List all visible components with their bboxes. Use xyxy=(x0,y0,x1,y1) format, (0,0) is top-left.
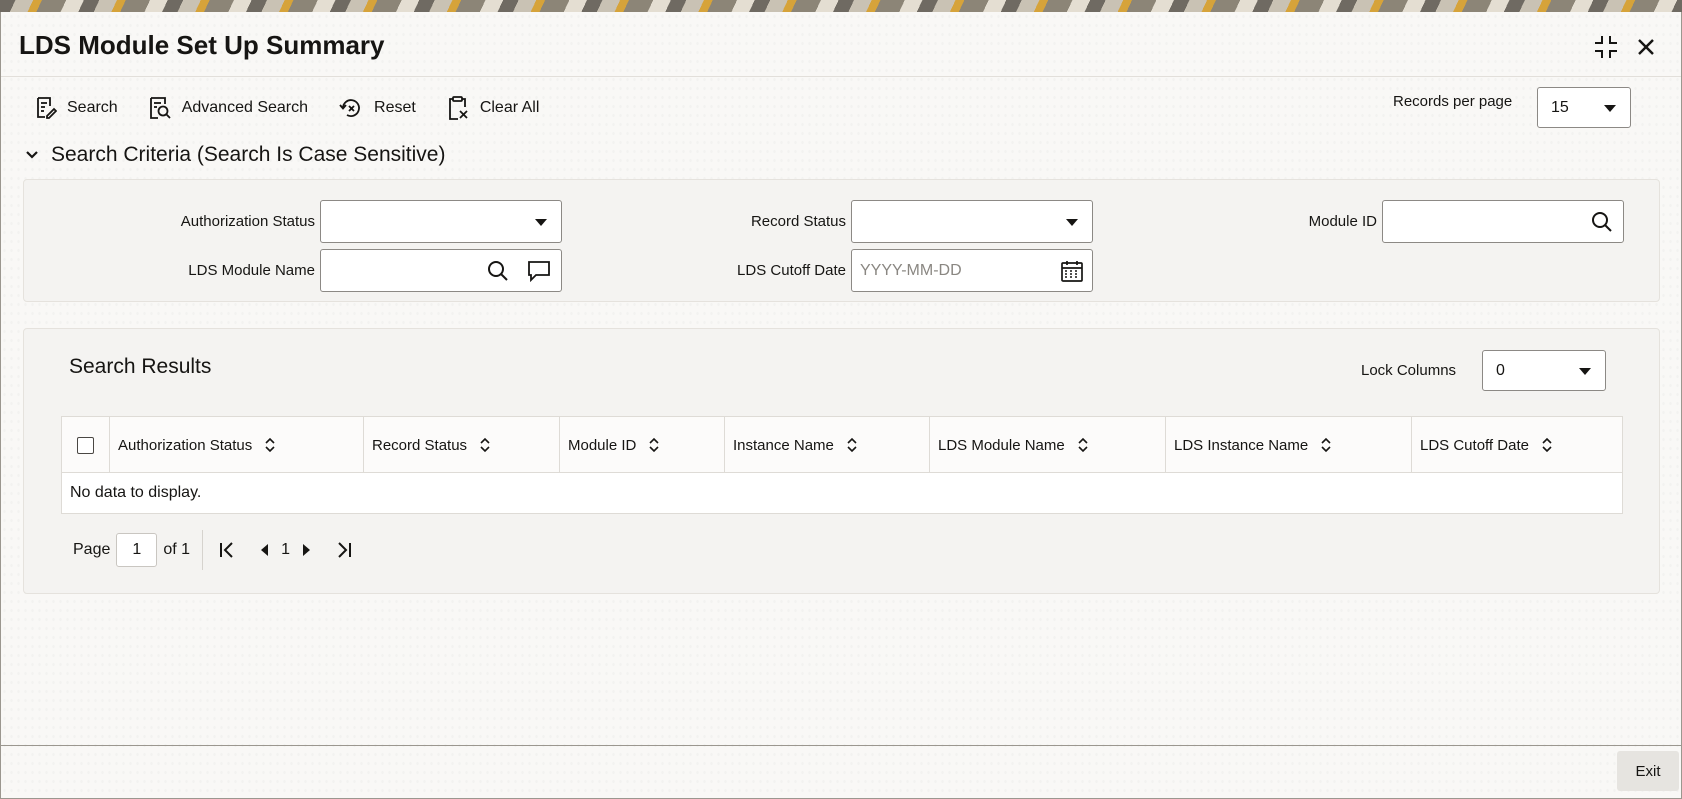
comment-icon[interactable] xyxy=(527,260,551,282)
records-per-page-select[interactable]: 15 xyxy=(1537,87,1631,128)
reset-label: Reset xyxy=(374,99,416,116)
advanced-search-label: Advanced Search xyxy=(181,99,309,116)
minimize-icon[interactable] xyxy=(1591,32,1621,62)
page-number-value: 1 xyxy=(132,541,142,558)
clear-all-button[interactable]: Clear All xyxy=(446,95,540,121)
reset-icon xyxy=(339,99,360,117)
authorization-status-label: Authorization Status xyxy=(180,213,315,230)
lds-cutoff-date-placeholder: YYYY-MM-DD xyxy=(860,261,962,279)
advanced-search-button[interactable]: Advanced Search xyxy=(148,96,308,120)
page-label: Page xyxy=(73,541,111,558)
close-icon[interactable] xyxy=(1631,32,1661,62)
chevron-down-icon xyxy=(1604,104,1616,112)
lds-module-name-input[interactable] xyxy=(320,249,562,292)
lock-columns-label: Lock Columns xyxy=(1361,362,1457,379)
empty-table-row: No data to display. xyxy=(62,473,1622,513)
header-banner xyxy=(0,0,1682,12)
title-divider xyxy=(1,76,1681,77)
current-page-number: 1 xyxy=(281,541,290,558)
chevron-down-icon xyxy=(1066,218,1078,226)
search-icon[interactable] xyxy=(1591,211,1613,233)
search-criteria-toggle[interactable]: Search Criteria (Search Is Case Sensitiv… xyxy=(25,143,445,167)
authorization-status-select[interactable] xyxy=(320,200,562,243)
select-all-cell xyxy=(62,417,110,473)
column-label: LDS Instance Name xyxy=(1174,436,1309,454)
page-title: LDS Module Set Up Summary xyxy=(19,30,385,60)
first-page-icon[interactable] xyxy=(213,536,241,564)
exit-button[interactable]: Exit xyxy=(1617,751,1679,791)
column-header-instance-name[interactable]: Instance Name xyxy=(725,417,930,473)
sort-icon[interactable] xyxy=(846,437,858,453)
column-label: Instance Name xyxy=(733,436,834,454)
column-header-module-id[interactable]: Module ID xyxy=(560,417,725,473)
column-header-lds-module-name[interactable]: LDS Module Name xyxy=(930,417,1166,473)
sort-icon[interactable] xyxy=(1541,437,1553,453)
search-icon[interactable] xyxy=(487,260,509,282)
search-results-title: Search Results xyxy=(69,355,212,378)
last-page-icon[interactable] xyxy=(330,536,358,564)
sort-icon[interactable] xyxy=(264,437,276,453)
chevron-down-icon xyxy=(26,151,38,159)
reset-button[interactable]: Reset xyxy=(338,96,416,120)
results-table: Authorization Status Record Status Modul… xyxy=(61,416,1623,514)
table-header-row: Authorization Status Record Status Modul… xyxy=(62,417,1622,473)
search-button[interactable]: Search xyxy=(35,96,118,120)
lds-cutoff-date-input[interactable]: YYYY-MM-DD xyxy=(851,249,1093,292)
search-criteria-panel: Authorization Status Record Status Modul… xyxy=(23,179,1660,302)
lock-columns-value: 0 xyxy=(1496,361,1505,379)
column-header-authorization-status[interactable]: Authorization Status xyxy=(110,417,364,473)
select-all-checkbox[interactable] xyxy=(77,436,94,454)
search-button-label: Search xyxy=(67,99,118,116)
lock-columns-select[interactable]: 0 xyxy=(1482,350,1606,391)
pagination: Page 1 of 1 1 xyxy=(73,530,358,570)
column-label: Record Status xyxy=(372,436,468,454)
sort-icon[interactable] xyxy=(648,437,660,453)
lds-cutoff-date-label: LDS Cutoff Date xyxy=(737,262,846,279)
sort-icon[interactable] xyxy=(1077,437,1089,453)
column-header-lds-instance-name[interactable]: LDS Instance Name xyxy=(1166,417,1412,473)
chevron-down-icon xyxy=(535,218,547,226)
page-total-label: of 1 xyxy=(163,541,191,558)
previous-page-icon[interactable] xyxy=(251,536,279,564)
clipboard-clear-icon xyxy=(448,96,468,120)
column-header-record-status[interactable]: Record Status xyxy=(364,417,560,473)
column-header-lds-cutoff-date[interactable]: LDS Cutoff Date xyxy=(1412,417,1622,473)
module-id-input[interactable] xyxy=(1382,200,1624,243)
advanced-search-icon xyxy=(149,97,171,119)
records-per-page-value: 15 xyxy=(1551,98,1569,116)
sort-icon[interactable] xyxy=(479,437,491,453)
page-number-input[interactable]: 1 xyxy=(116,533,158,567)
record-status-select[interactable] xyxy=(851,200,1093,243)
clear-all-label: Clear All xyxy=(479,99,540,116)
pager-divider xyxy=(202,530,204,570)
column-label: Authorization Status xyxy=(118,436,253,454)
column-label: LDS Cutoff Date xyxy=(1420,436,1529,454)
sort-icon[interactable] xyxy=(1320,437,1332,453)
search-doc-icon xyxy=(37,97,57,119)
column-label: LDS Module Name xyxy=(938,436,1065,454)
search-criteria-header: Search Criteria (Search Is Case Sensitiv… xyxy=(51,143,446,166)
next-page-icon[interactable] xyxy=(292,536,320,564)
record-status-label: Record Status xyxy=(750,213,846,230)
empty-message: No data to display. xyxy=(70,484,202,501)
module-id-label: Module ID xyxy=(1308,213,1377,230)
summary-window: LDS Module Set Up Summary Search Advance… xyxy=(0,12,1682,799)
calendar-icon[interactable] xyxy=(1060,259,1084,283)
footer-divider xyxy=(1,745,1681,746)
toolbar: Search Advanced Search Reset Clear All xyxy=(35,92,569,124)
chevron-down-icon xyxy=(1579,367,1591,375)
lds-module-name-label: LDS Module Name xyxy=(188,262,315,279)
column-label: Module ID xyxy=(568,436,637,454)
exit-button-label: Exit xyxy=(1635,762,1661,780)
records-per-page-label: Records per page xyxy=(1393,93,1513,110)
